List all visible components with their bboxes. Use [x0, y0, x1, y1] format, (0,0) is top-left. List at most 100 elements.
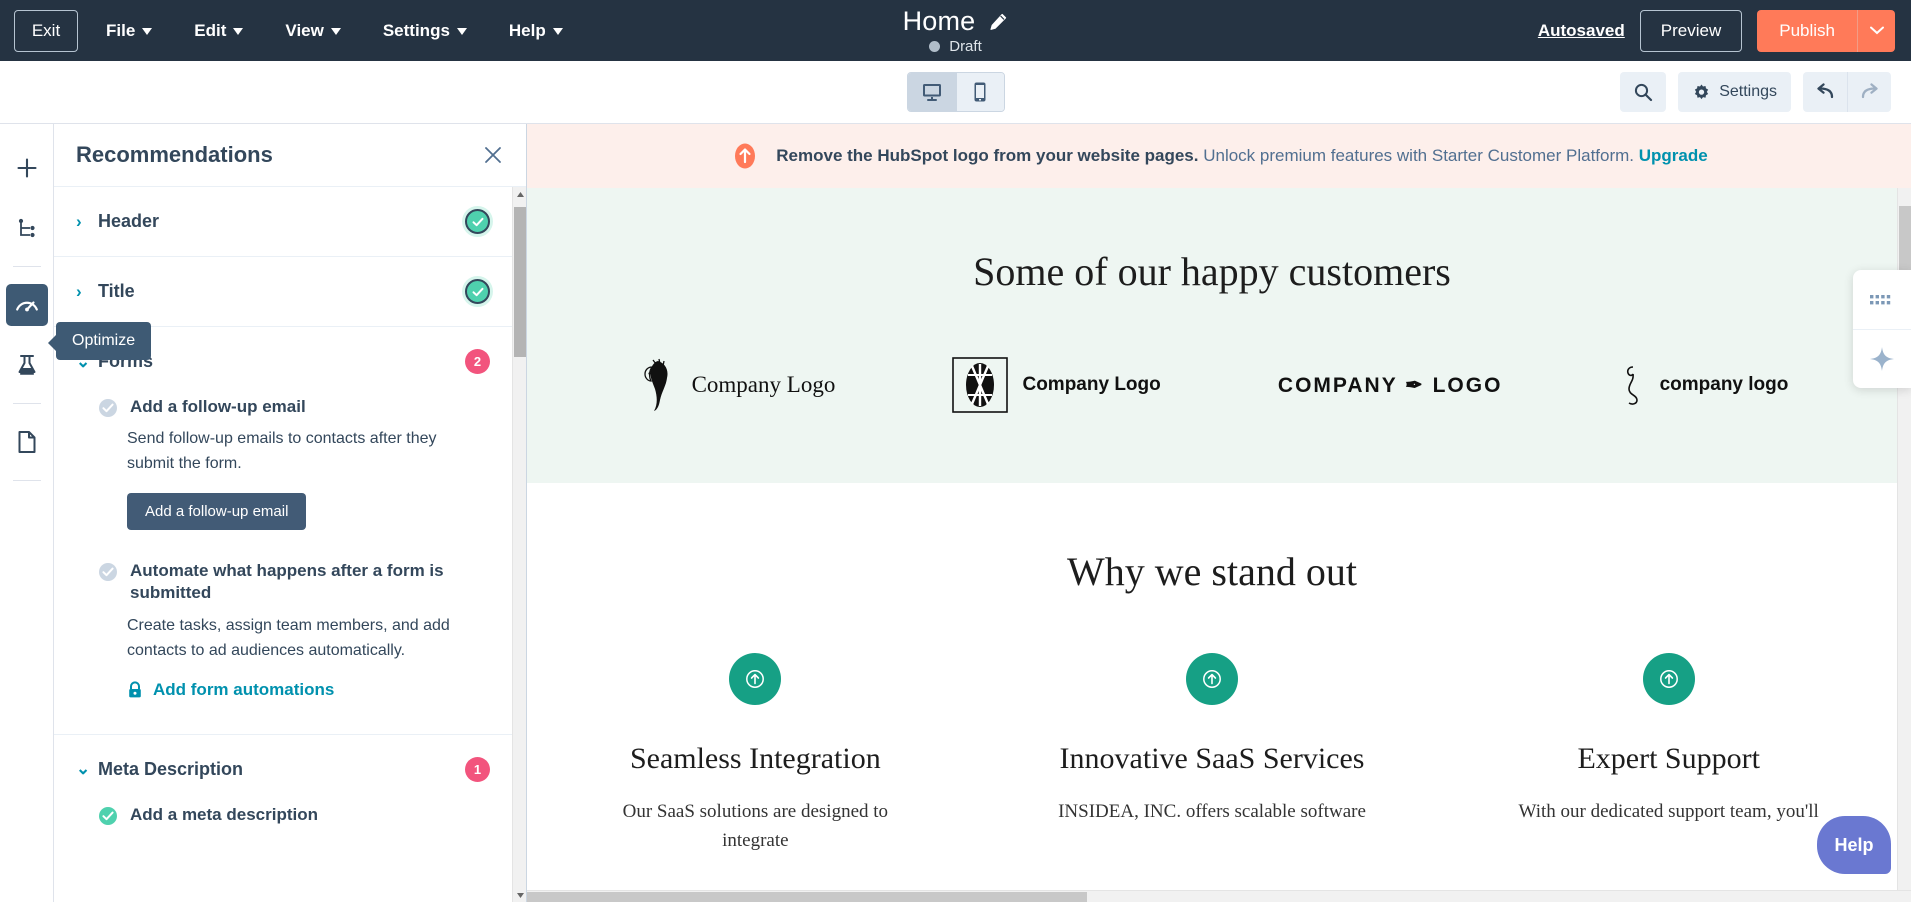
publish-dropdown-button[interactable] — [1857, 9, 1895, 52]
customers-heading: Some of our happy customers — [973, 249, 1451, 294]
menu-edit-label: Edit — [194, 20, 227, 40]
forms-recommendation-list: Add a follow-up email Send follow-up ema… — [76, 396, 490, 734]
rec-section-title: › Title — [54, 257, 512, 327]
chevron-right-icon: › — [76, 281, 82, 301]
customer-logo-2: Company Logo — [952, 357, 1161, 413]
menu-help[interactable]: Help — [495, 11, 577, 51]
floating-tools-panel — [1853, 270, 1911, 388]
preview-button[interactable]: Preview — [1639, 9, 1743, 52]
help-chat-button[interactable]: Help — [1817, 816, 1891, 874]
site-tree-icon[interactable] — [6, 207, 48, 249]
upgrade-link[interactable]: Upgrade — [1639, 146, 1708, 165]
add-form-automations-link[interactable]: Add form automations — [127, 680, 490, 700]
undo-button[interactable] — [1803, 72, 1847, 112]
feature-row: Seamless Integration Our SaaS solutions … — [527, 653, 1897, 855]
scroll-up-arrow-icon[interactable] — [513, 187, 526, 201]
arrow-up-circle-icon — [729, 653, 782, 705]
check-circle-outline-icon — [99, 563, 117, 582]
sidebar-item-title[interactable]: › Title — [76, 257, 490, 326]
menu-edit[interactable]: Edit — [180, 11, 257, 51]
mobile-phone-icon — [974, 82, 986, 102]
menu-settings-label: Settings — [382, 20, 450, 40]
rail-divider — [12, 266, 41, 267]
exit-label: Exit — [31, 20, 61, 40]
rec-item-title: Automate what happens after a form is su… — [130, 561, 444, 603]
scrollbar-thumb[interactable] — [527, 892, 1087, 902]
recommendations-scrollbar[interactable] — [512, 187, 526, 902]
rec-item-title: Add a follow-up email — [130, 397, 306, 416]
customer-logo-label: Company Logo — [1022, 374, 1161, 395]
arrow-up-circle-icon — [1642, 653, 1695, 705]
feature-title: Innovative SaaS Services — [1059, 742, 1365, 775]
page-status: Draft — [929, 38, 982, 55]
preview-horizontal-scrollbar[interactable] — [527, 890, 1911, 902]
sidebar-item-meta-description[interactable]: ⌄ Meta Description 1 — [76, 735, 490, 804]
rec-item-title: Add a meta description — [130, 804, 318, 824]
status-badge-complete — [465, 279, 490, 304]
menu-view[interactable]: View — [271, 11, 354, 51]
list-item: Automate what happens after a form is su… — [98, 560, 490, 699]
alert-bold-text: Remove the HubSpot logo from your websit… — [776, 146, 1199, 165]
scroll-down-arrow-icon[interactable] — [513, 888, 526, 902]
scrollbar-thumb[interactable] — [514, 207, 526, 357]
grid-dots-icon[interactable] — [1853, 270, 1911, 329]
optimize-tooltip: Optimize — [47, 322, 152, 360]
feature-title: Seamless Integration — [629, 742, 881, 775]
alert-rest-text: Unlock premium features with Starter Cus… — [1198, 146, 1639, 165]
menu-file[interactable]: File — [92, 11, 166, 51]
publish-button[interactable]: Publish — [1757, 10, 1857, 52]
list-item: Add a follow-up email Send follow-up ema… — [98, 396, 490, 531]
rail-divider — [12, 480, 41, 481]
editor-toolbar: Settings — [0, 61, 1911, 124]
chevron-right-icon: › — [76, 211, 82, 231]
autosaved-link[interactable]: Autosaved — [1538, 21, 1625, 41]
customer-logo-4: company logo — [1620, 363, 1788, 407]
close-icon[interactable] — [482, 144, 504, 166]
chevron-down-icon — [552, 28, 563, 35]
chevron-down-icon — [142, 28, 153, 35]
add-icon[interactable] — [6, 147, 48, 189]
mobile-view-button[interactable] — [955, 73, 1004, 111]
page-title-row: Home — [903, 6, 1009, 37]
settings-label: Settings — [1719, 83, 1777, 100]
settings-button[interactable]: Settings — [1678, 72, 1791, 112]
feature-body: Our SaaS solutions are designed to integ… — [622, 801, 889, 851]
ai-sparkle-icon[interactable] — [1853, 329, 1911, 388]
chevron-down-icon — [330, 28, 341, 35]
chevron-down-icon — [456, 28, 467, 35]
redo-arrow-icon — [1861, 83, 1878, 99]
menu-settings[interactable]: Settings — [369, 11, 481, 51]
device-preview-toggle — [906, 72, 1005, 112]
desktop-view-button[interactable] — [907, 73, 956, 111]
ab-test-flask-icon[interactable] — [6, 344, 48, 386]
publish-button-group[interactable]: Publish — [1757, 9, 1895, 52]
search-icon — [1635, 83, 1653, 102]
rec-section-label: Title — [98, 281, 135, 301]
sidebar-item-header[interactable]: › Header — [76, 187, 490, 256]
edit-pencil-icon[interactable] — [988, 12, 1008, 32]
file-icon[interactable] — [6, 421, 48, 463]
customer-logo-row: Company Logo Company Logo COMPANY ✒ LOGO — [527, 357, 1897, 413]
rec-item-heading: Add a follow-up email — [98, 396, 490, 418]
add-form-automations-label: Add form automations — [153, 679, 335, 699]
status-badge-complete — [465, 209, 490, 234]
customer-logo-label: Company Logo — [691, 372, 836, 397]
add-follow-up-email-button[interactable]: Add a follow-up email — [127, 493, 307, 531]
feature-body: INSIDEA, INC. offers scalable software — [1058, 801, 1366, 822]
rec-item-description: Send follow-up emails to contacts after … — [127, 430, 437, 473]
exit-button[interactable]: Exit — [14, 9, 78, 52]
gear-icon — [1695, 84, 1709, 99]
chevron-down-icon — [1869, 26, 1884, 35]
recommendations-body: › Header › Title ⌄ Forms 2 Add a follow-… — [54, 187, 526, 902]
redo-button[interactable] — [1847, 72, 1891, 112]
check-icon — [472, 217, 483, 226]
optimize-gauge-icon[interactable] — [5, 284, 48, 326]
customer-logo-1: Company Logo — [636, 358, 836, 412]
check-circle-icon — [99, 806, 117, 825]
customer-logo-3: COMPANY ✒ LOGO — [1278, 373, 1503, 398]
rec-section-forms: ⌄ Forms 2 Add a follow-up email Send fol… — [54, 327, 512, 735]
chevron-down-icon: ⌄ — [76, 759, 91, 778]
search-button[interactable] — [1620, 72, 1667, 112]
rec-item-heading: Automate what happens after a form is su… — [98, 560, 490, 605]
top-nav-actions: Autosaved Preview Publish — [1538, 9, 1911, 52]
